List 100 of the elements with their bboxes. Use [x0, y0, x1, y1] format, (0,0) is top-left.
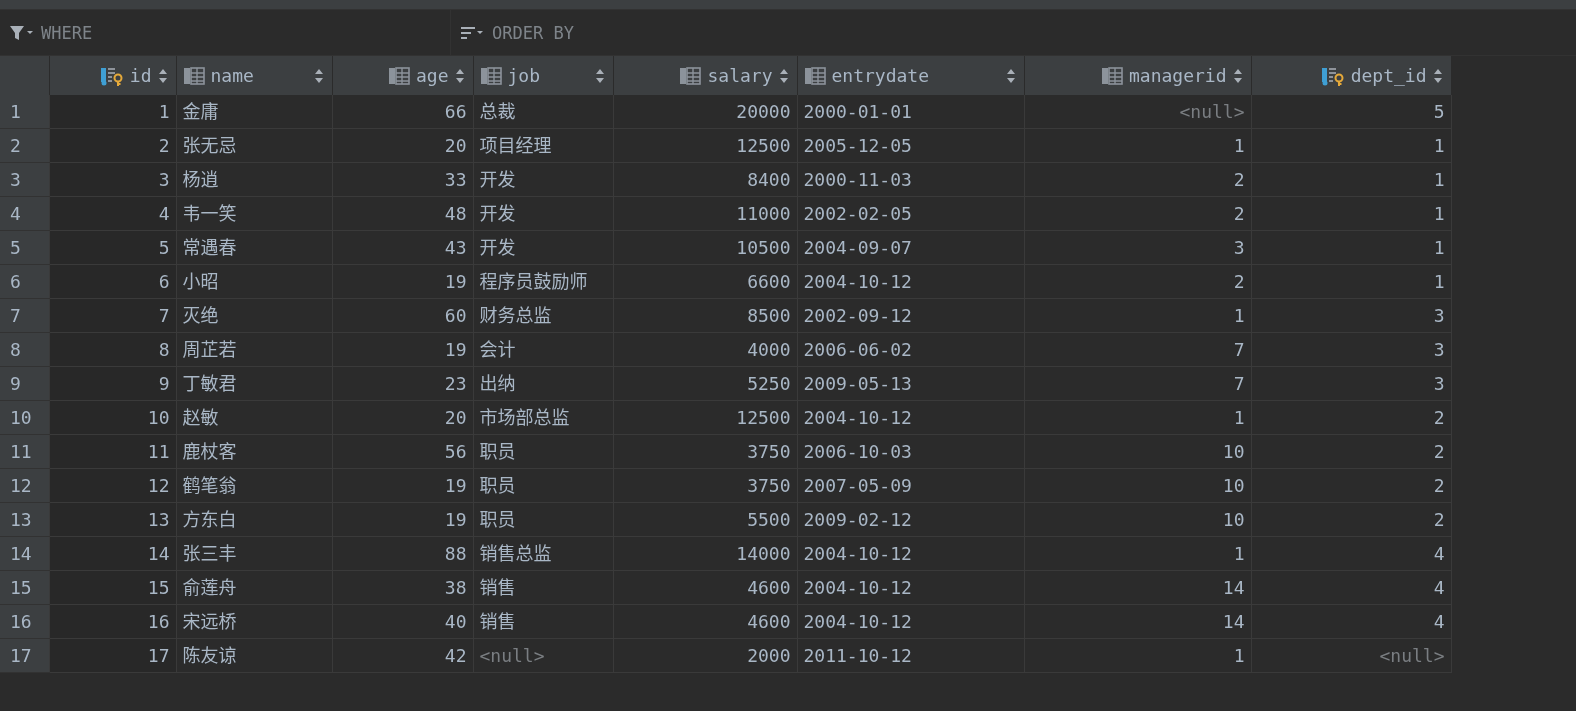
table-cell: 16: [49, 604, 176, 639]
table-cell: 鹤笔翁: [176, 468, 332, 503]
row-number: 10: [0, 400, 49, 435]
table-cell: 1: [1251, 162, 1451, 197]
table-cell: 48: [332, 196, 473, 231]
table-cell: 1: [1024, 128, 1251, 163]
table-cell: 3750: [613, 468, 797, 503]
column-icon: [479, 66, 502, 85]
table-cell: 8400: [613, 162, 797, 197]
column-header[interactable]: managerid: [1024, 56, 1251, 95]
table-cell: 20: [332, 400, 473, 435]
row-number: 13: [0, 502, 49, 537]
table-cell: 12500: [613, 400, 797, 435]
table-cell: 项目经理: [473, 128, 613, 163]
sort-arrows-icon: [313, 67, 324, 84]
column-icon: [1100, 66, 1123, 85]
table-cell: 销售总监: [473, 536, 613, 571]
sort-arrows-icon: [157, 67, 168, 84]
table-cell: 20000: [613, 95, 797, 129]
table-cell: 7: [1024, 332, 1251, 367]
table-cell: 职员: [473, 468, 613, 503]
table-cell: 方东白: [176, 502, 332, 537]
table-cell: 1: [1251, 196, 1451, 231]
sort-arrows-icon: [454, 67, 465, 84]
order-by-field[interactable]: ORDER BY: [492, 22, 792, 43]
sort-arrows-icon: [778, 67, 789, 84]
table-cell: 11: [49, 434, 176, 469]
column-header[interactable]: age: [332, 56, 473, 95]
table-cell: 12: [49, 468, 176, 503]
sort-arrows-icon: [1432, 67, 1443, 84]
table-cell: 7: [1024, 366, 1251, 401]
table-cell: 19: [332, 502, 473, 537]
table-cell: 20: [332, 128, 473, 163]
row-number: 15: [0, 570, 49, 605]
column-header[interactable]: entrydate: [797, 56, 1024, 95]
table-cell: 3: [1251, 298, 1451, 333]
column-label: id: [129, 65, 152, 86]
table-cell: 开发: [473, 230, 613, 265]
table-cell: 2002-02-05: [797, 196, 1024, 231]
table-cell: 15: [49, 570, 176, 605]
table-cell: 14000: [613, 536, 797, 571]
column-label: entrydate: [831, 65, 930, 86]
row-number: 3: [0, 162, 49, 197]
table-cell: 4: [1251, 570, 1451, 605]
table-cell: 2: [1024, 264, 1251, 299]
column-label: name: [210, 65, 254, 86]
table-cell: 3750: [613, 434, 797, 469]
table-cell: 23: [332, 366, 473, 401]
table-cell: 5: [1251, 95, 1451, 129]
table-cell: 小昭: [176, 264, 332, 299]
table-cell: 2: [1251, 400, 1451, 435]
table-cell: 2006-10-03: [797, 434, 1024, 469]
table-cell: 2004-10-12: [797, 400, 1024, 435]
table-cell: 1: [1024, 400, 1251, 435]
table-cell: 19: [332, 264, 473, 299]
table-cell: 宋远桥: [176, 604, 332, 639]
table-cell: 2006-06-02: [797, 332, 1024, 367]
column-icon: [388, 66, 410, 85]
table-cell: 会计: [473, 332, 613, 367]
table-cell: 2: [1251, 468, 1451, 503]
table-cell: 张无忌: [176, 128, 332, 163]
table-cell: 2007-05-09: [797, 468, 1024, 503]
row-number: 12: [0, 468, 49, 503]
table-cell: 3: [1251, 366, 1451, 401]
column-header[interactable]: dept_id: [1251, 56, 1451, 95]
table-cell: 2: [1251, 502, 1451, 537]
column-icon: [182, 66, 205, 85]
table-cell: 2004-10-12: [797, 264, 1024, 299]
table-cell: 2002-09-12: [797, 298, 1024, 333]
row-number: 9: [0, 366, 49, 401]
table-cell: 2: [1024, 162, 1251, 197]
table-cell: 33: [332, 162, 473, 197]
table-cell: 4: [49, 196, 176, 231]
row-number: 2: [0, 128, 49, 163]
row-number: 8: [0, 332, 49, 367]
column-header[interactable]: id: [49, 56, 176, 95]
table-cell: 总裁: [473, 95, 613, 129]
table-cell: 5: [49, 230, 176, 265]
table-cell: 42: [332, 638, 473, 673]
column-header[interactable]: job: [473, 56, 613, 95]
row-number: 14: [0, 536, 49, 571]
table-cell: 2: [1024, 196, 1251, 231]
table-cell: 10: [1024, 502, 1251, 537]
table-cell: 财务总监: [473, 298, 613, 333]
column-header[interactable]: name: [176, 56, 332, 95]
table-cell: 开发: [473, 196, 613, 231]
table-cell: 2009-02-12: [797, 502, 1024, 537]
table-cell: 职员: [473, 502, 613, 537]
table-cell: 11000: [613, 196, 797, 231]
where-field[interactable]: WHERE: [41, 22, 341, 43]
table-cell: 1: [1251, 128, 1451, 163]
sort-arrows-icon: [1005, 67, 1016, 84]
table-cell: 2011-10-12: [797, 638, 1024, 673]
table-cell: 6600: [613, 264, 797, 299]
table-cell: 2009-05-13: [797, 366, 1024, 401]
row-number: 17: [0, 638, 49, 673]
column-header[interactable]: salary: [613, 56, 797, 95]
row-number: 5: [0, 230, 49, 265]
table-cell: 陈友谅: [176, 638, 332, 673]
table-cell: 2000-01-01: [797, 95, 1024, 129]
